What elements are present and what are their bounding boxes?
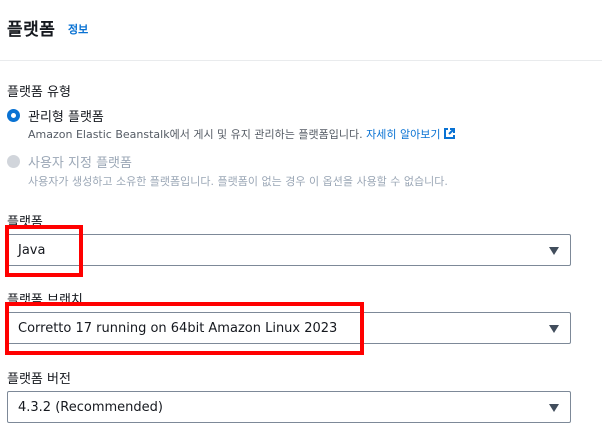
custom-platform-radio[interactable]: [7, 155, 20, 168]
platform-version-select[interactable]: 4.3.2 (Recommended): [7, 391, 571, 423]
caret-down-icon: [549, 247, 559, 255]
custom-platform-label: 사용자 지정 플랫폼: [28, 156, 132, 171]
platform-version-label: 플랫폼 버전: [7, 372, 71, 387]
platform-select-value: Java: [18, 243, 46, 258]
info-link[interactable]: 정보: [68, 21, 88, 37]
managed-platform-description-text: Amazon Elastic Beanstalk에서 게시 및 유지 관리하는 …: [28, 128, 363, 141]
platform-type-label: 플랫폼 유형: [7, 85, 71, 100]
platform-select[interactable]: Java: [7, 234, 571, 266]
managed-platform-label[interactable]: 관리형 플랫폼: [28, 106, 104, 125]
platform-branch-select[interactable]: Corretto 17 running on 64bit Amazon Linu…: [7, 312, 571, 344]
platform-branch-label: 플랫폼 브랜치: [7, 293, 83, 308]
platform-branch-select-value: Corretto 17 running on 64bit Amazon Linu…: [18, 321, 338, 336]
managed-platform-radio[interactable]: [7, 109, 20, 122]
learn-more-link[interactable]: 자세히 알아보기: [366, 128, 456, 141]
caret-down-icon: [549, 325, 559, 333]
section-header: 플랫폼 정보: [0, 0, 602, 61]
external-link-icon: [444, 128, 456, 139]
caret-down-icon: [549, 404, 559, 412]
custom-platform-description: 사용자가 생성하고 소유한 플랫폼입니다. 플랫폼이 없는 경우 이 옵션을 사…: [28, 175, 448, 188]
platform-label: 플랫폼: [7, 215, 43, 230]
platform-version-select-value: 4.3.2 (Recommended): [18, 400, 163, 415]
managed-platform-description: Amazon Elastic Beanstalk에서 게시 및 유지 관리하는 …: [28, 126, 456, 142]
page-title: 플랫폼: [7, 20, 56, 40]
